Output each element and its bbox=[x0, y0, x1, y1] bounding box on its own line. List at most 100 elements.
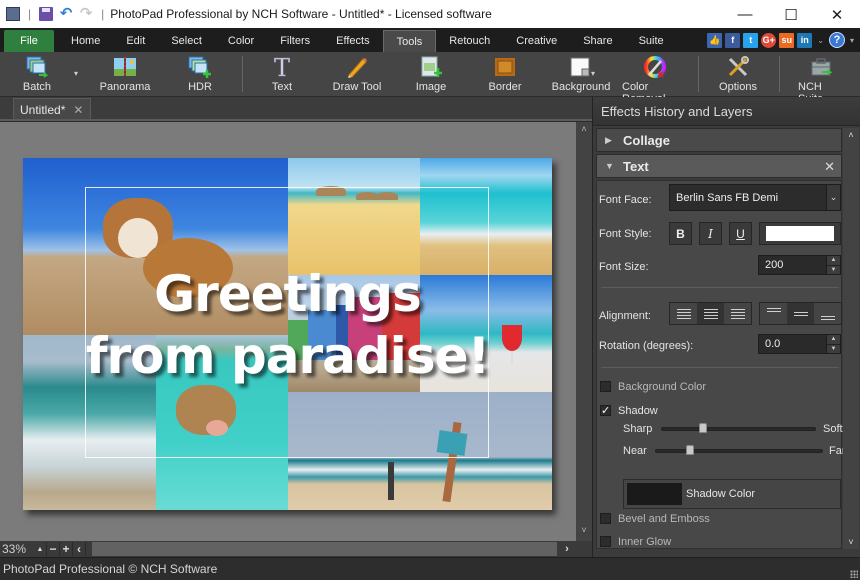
tab-suite[interactable]: Suite bbox=[626, 30, 677, 52]
background-button[interactable]: Background bbox=[552, 54, 610, 96]
inner-glow-checkbox[interactable] bbox=[600, 536, 611, 547]
help-caret-icon[interactable]: ▾ bbox=[850, 36, 854, 45]
border-button[interactable]: Border bbox=[488, 54, 522, 96]
nch-suite-button[interactable]: NCH Suite bbox=[798, 54, 844, 105]
greeting-text-line-1[interactable]: Greetings bbox=[23, 266, 552, 322]
help-icon[interactable]: ? bbox=[828, 32, 845, 48]
zoom-in-button[interactable]: + bbox=[60, 542, 73, 556]
scroll-down-icon[interactable]: ˅ bbox=[843, 537, 859, 547]
italic-button[interactable]: I bbox=[699, 222, 722, 245]
scroll-up-icon[interactable]: ˄ bbox=[843, 130, 859, 140]
options-button[interactable]: Options bbox=[718, 54, 758, 96]
greeting-text-line-2[interactable]: from paradise! bbox=[23, 328, 552, 384]
chevron-down-icon[interactable]: ⌄ bbox=[826, 185, 840, 210]
font-size-input[interactable]: 200 ▲ ▼ bbox=[758, 255, 841, 275]
minimize-button[interactable]: — bbox=[722, 0, 768, 29]
canvas-vertical-scrollbar[interactable]: ˄ ˅ bbox=[576, 122, 592, 541]
align-bottom-button[interactable] bbox=[814, 303, 841, 324]
rotation-spinner[interactable]: ▲ ▼ bbox=[826, 335, 840, 353]
align-middle-button[interactable] bbox=[787, 303, 814, 324]
app-icon[interactable] bbox=[6, 7, 20, 21]
resize-grip-icon[interactable] bbox=[850, 570, 858, 578]
tab-filters[interactable]: Filters bbox=[267, 30, 323, 52]
hdr-icon bbox=[188, 55, 212, 79]
text-section-header[interactable]: ▼ Text ✕ bbox=[596, 154, 842, 178]
maximize-button[interactable]: ☐ bbox=[768, 0, 814, 29]
text-color-picker[interactable] bbox=[759, 222, 841, 245]
color-removal-button[interactable]: Color Removal bbox=[622, 54, 688, 105]
align-top-button[interactable] bbox=[760, 303, 787, 324]
shadow-softness-slider[interactable] bbox=[661, 427, 816, 431]
text-tool-button[interactable]: T Text bbox=[267, 54, 297, 96]
tab-tools[interactable]: Tools bbox=[382, 30, 437, 52]
save-icon[interactable] bbox=[39, 7, 54, 21]
collage-image[interactable]: Greetings from paradise! bbox=[23, 158, 552, 510]
shadow-softness-handle[interactable] bbox=[698, 423, 707, 433]
tab-edit[interactable]: Edit bbox=[113, 30, 158, 52]
chevron-down-icon[interactable]: ⌄ bbox=[817, 36, 824, 45]
undo-icon[interactable]: ↶ bbox=[59, 6, 73, 21]
background-color-checkbox[interactable] bbox=[600, 381, 611, 392]
close-tab-icon[interactable]: ✕ bbox=[73, 103, 83, 117]
zoom-out-button[interactable]: − bbox=[47, 542, 60, 556]
tab-color[interactable]: Color bbox=[215, 30, 267, 52]
panel-scrollbar[interactable]: ˄ ˅ bbox=[843, 128, 859, 549]
align-right-button[interactable] bbox=[724, 303, 751, 324]
googleplus-icon[interactable]: G+ bbox=[761, 32, 777, 48]
shadow-color-button[interactable]: Shadow Color bbox=[623, 479, 841, 509]
draw-tool-button[interactable]: Draw Tool bbox=[330, 54, 384, 96]
tab-share[interactable]: Share bbox=[570, 30, 625, 52]
background-color-label: Background Color bbox=[618, 381, 707, 393]
tab-home[interactable]: Home bbox=[58, 30, 113, 52]
align-center-button[interactable] bbox=[697, 303, 724, 324]
tab-retouch[interactable]: Retouch bbox=[436, 30, 503, 52]
font-face-value: Berlin Sans FB Demi bbox=[676, 191, 779, 204]
bold-button[interactable]: B bbox=[669, 222, 692, 245]
document-tab[interactable]: Untitled* ✕ bbox=[13, 98, 91, 120]
horizontal-scrollbar-thumb[interactable] bbox=[92, 542, 557, 556]
decrement-icon[interactable]: ▼ bbox=[827, 266, 840, 275]
hdr-button[interactable]: HDR bbox=[185, 54, 215, 96]
batch-button[interactable]: Batch bbox=[18, 54, 56, 96]
batch-dropdown-caret[interactable]: ▾ bbox=[74, 69, 78, 78]
shadow-distance-handle[interactable] bbox=[686, 445, 695, 455]
panorama-button[interactable]: Panorama bbox=[100, 54, 150, 96]
tab-effects[interactable]: Effects bbox=[323, 30, 382, 52]
tab-select[interactable]: Select bbox=[158, 30, 215, 52]
increment-icon[interactable]: ▲ bbox=[827, 335, 840, 345]
scroll-down-icon[interactable]: ˅ bbox=[576, 525, 592, 539]
increment-icon[interactable]: ▲ bbox=[827, 256, 840, 266]
bevel-emboss-checkbox[interactable] bbox=[600, 513, 611, 524]
stumbleupon-icon[interactable]: su bbox=[779, 32, 795, 48]
close-button[interactable]: ✕ bbox=[814, 0, 860, 29]
remove-effect-icon[interactable]: ✕ bbox=[824, 159, 835, 175]
twitter-icon[interactable]: t bbox=[743, 32, 759, 48]
tab-file[interactable]: File bbox=[4, 30, 54, 52]
shadow-distance-slider[interactable] bbox=[655, 449, 823, 453]
font-size-spinner[interactable]: ▲ ▼ bbox=[826, 256, 840, 274]
linkedin-icon[interactable]: in bbox=[797, 32, 813, 48]
zoom-menu-button[interactable]: ▲ bbox=[34, 542, 47, 556]
rotation-input[interactable]: 0.0 ▲ ▼ bbox=[758, 334, 841, 354]
decrement-icon[interactable]: ▼ bbox=[827, 345, 840, 354]
image-button[interactable]: Image bbox=[414, 54, 448, 96]
background-dropdown-caret[interactable]: ▾ bbox=[591, 69, 595, 78]
scroll-up-icon[interactable]: ˄ bbox=[576, 124, 592, 138]
text-icon: T bbox=[270, 54, 294, 83]
font-style-label: Font Style: bbox=[599, 228, 652, 240]
scroll-left-icon[interactable]: ‹ bbox=[73, 542, 86, 556]
shadow-checkbox[interactable]: ✓ bbox=[600, 405, 611, 417]
redo-icon[interactable]: ↷ bbox=[79, 6, 93, 21]
facebook-icon[interactable]: f bbox=[725, 32, 741, 48]
quick-access-toolbar: | ↶ ↷ | bbox=[0, 6, 106, 21]
tab-creative[interactable]: Creative bbox=[503, 30, 570, 52]
align-left-button[interactable] bbox=[670, 303, 697, 324]
font-face-dropdown[interactable]: Berlin Sans FB Demi ⌄ bbox=[669, 184, 841, 211]
collage-section-header[interactable]: ▶ Collage bbox=[596, 128, 842, 152]
like-icon[interactable]: 👍 bbox=[707, 32, 723, 48]
underline-button[interactable]: U bbox=[729, 222, 752, 245]
effects-history-panel: Effects History and Layers ▶ Collage ▼ T… bbox=[592, 97, 860, 557]
social-links: 👍 f t G+ su in ⌄ ? ▾ bbox=[707, 32, 856, 48]
vertical-alignment-group bbox=[759, 302, 842, 325]
scroll-right-icon[interactable]: › bbox=[560, 542, 574, 556]
